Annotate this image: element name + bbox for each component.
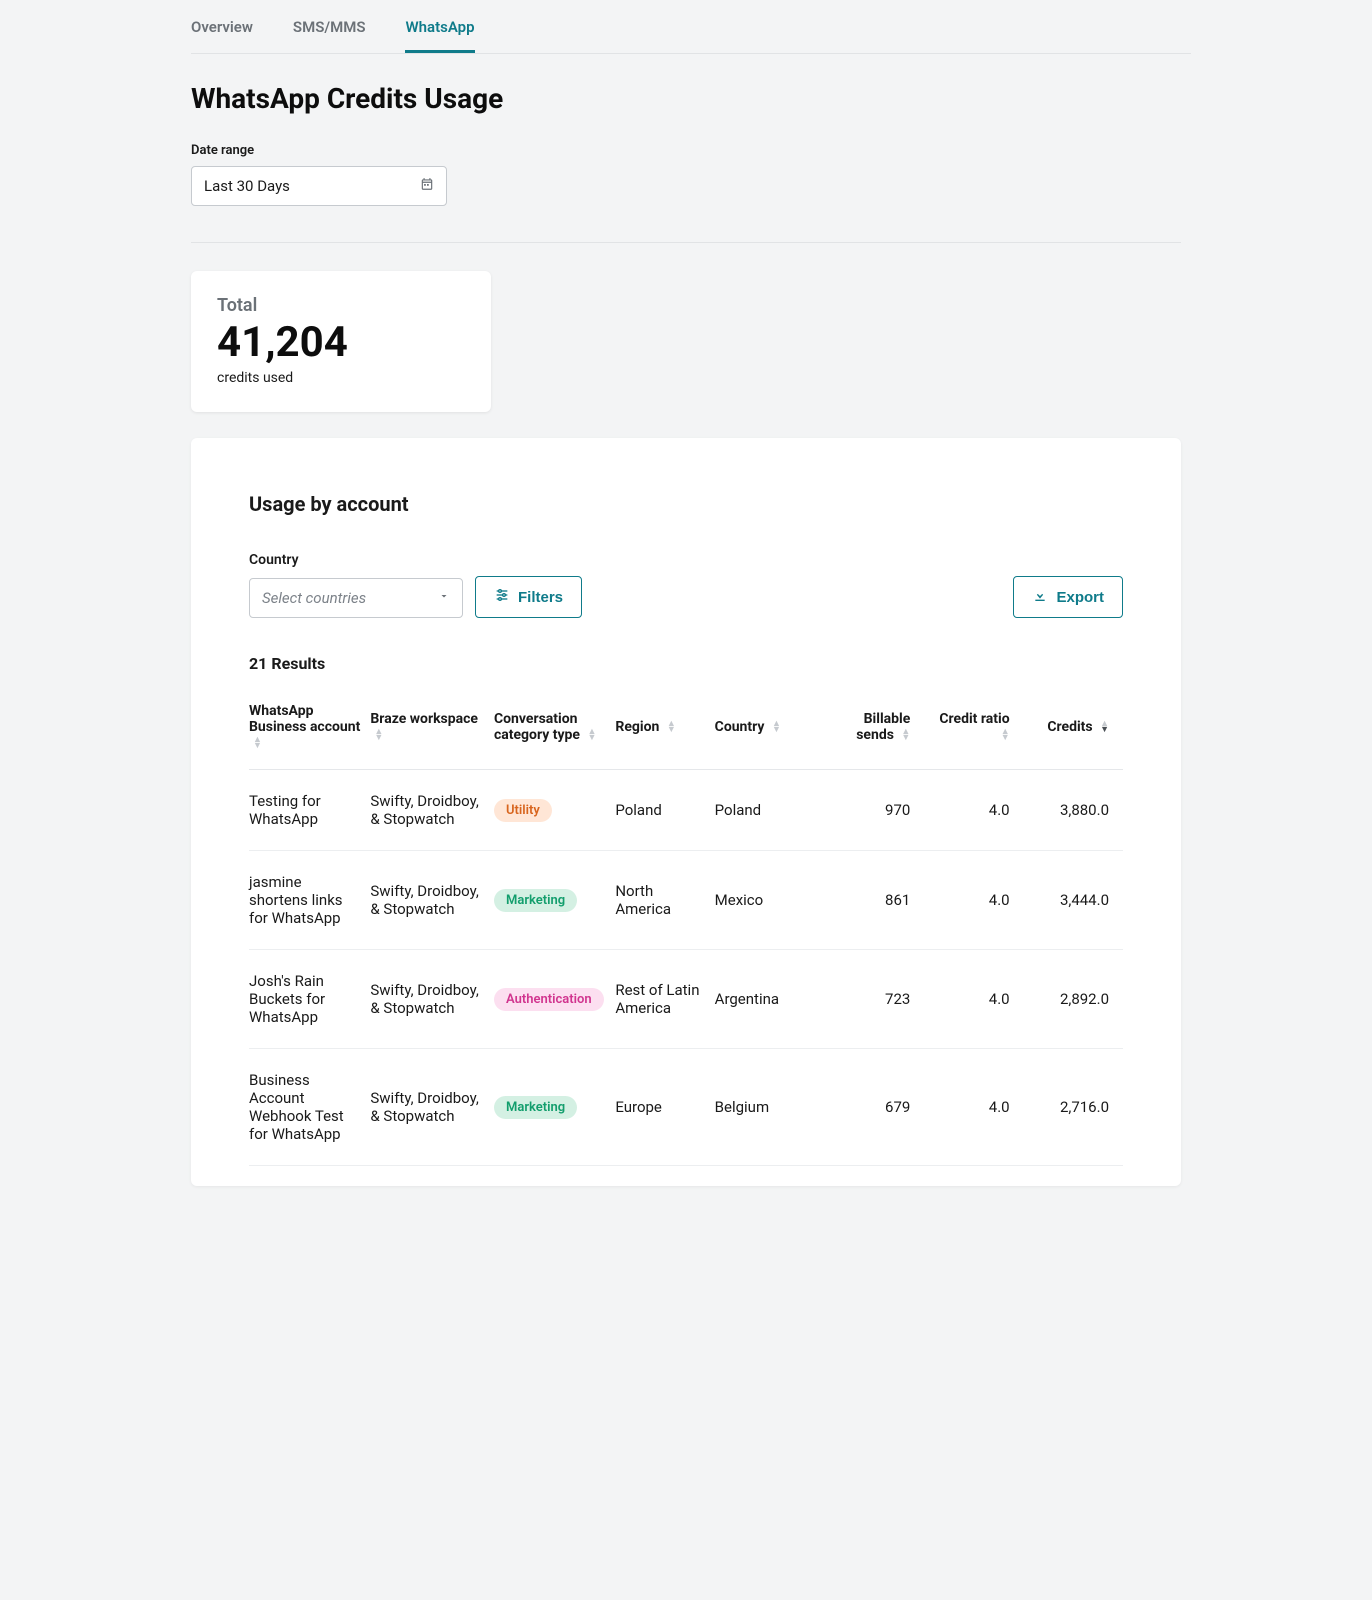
cell-type: Marketing	[494, 851, 615, 950]
total-card: Total 41,204 credits used	[191, 271, 491, 412]
export-label: Export	[1056, 589, 1104, 606]
filters-button[interactable]: Filters	[475, 576, 582, 618]
cell-sends: 861	[825, 851, 924, 950]
category-pill: Utility	[494, 799, 552, 822]
cell-country: Belgium	[715, 1049, 825, 1166]
cell-credits: 3,444.0	[1024, 851, 1123, 950]
date-range-value: Last 30 Days	[204, 177, 290, 195]
sort-icon: ▲▼	[1100, 721, 1109, 733]
cell-account: Testing for WhatsApp	[249, 770, 370, 851]
cell-credits: 2,892.0	[1024, 950, 1123, 1049]
tabs: Overview SMS/MMS WhatsApp	[191, 0, 1191, 54]
sort-icon: ▲▼	[901, 729, 910, 741]
cell-workspace: Swifty, Droidboy, & Stopwatch	[370, 770, 494, 851]
cell-region: Rest of Latin America	[615, 950, 714, 1049]
col-type-label: Conversation category type	[494, 711, 580, 743]
filters-icon	[494, 587, 510, 607]
cell-country: Poland	[715, 770, 825, 851]
col-country-label: Country	[715, 719, 765, 735]
sort-icon: ▲▼	[374, 729, 383, 741]
cell-type: Utility	[494, 770, 615, 851]
table-row: Josh's Rain Buckets for WhatsAppSwifty, …	[249, 950, 1123, 1049]
cell-region: Europe	[615, 1049, 714, 1166]
cell-workspace: Swifty, Droidboy, & Stopwatch	[370, 1049, 494, 1166]
sort-icon: ▲▼	[772, 721, 781, 733]
cell-country: Argentina	[715, 950, 825, 1049]
col-region[interactable]: Region ▲▼	[615, 689, 714, 770]
cell-credits: 2,716.0	[1024, 1049, 1123, 1166]
page-title: WhatsApp Credits Usage	[191, 82, 1191, 115]
cell-type: Marketing	[494, 1049, 615, 1166]
cell-account: Business Account Webhook Test for WhatsA…	[249, 1049, 370, 1166]
col-country[interactable]: Country ▲▼	[715, 689, 825, 770]
cell-region: Poland	[615, 770, 714, 851]
country-placeholder: Select countries	[262, 589, 366, 607]
table-row: jasmine shortens links for WhatsAppSwift…	[249, 851, 1123, 950]
cell-credits: 3,880.0	[1024, 770, 1123, 851]
sort-icon: ▲▼	[1001, 729, 1010, 741]
sort-icon: ▲▼	[587, 729, 596, 741]
chevron-down-icon	[438, 590, 450, 606]
cell-region: North America	[615, 851, 714, 950]
total-label: Total	[217, 295, 465, 316]
export-button[interactable]: Export	[1013, 576, 1123, 618]
usage-card: Usage by account Country Select countrie…	[191, 438, 1181, 1186]
cell-sends: 679	[825, 1049, 924, 1166]
total-value: 41,204	[217, 320, 465, 366]
date-range-label: Date range	[191, 143, 1191, 158]
controls-row: Select countries Filters Export	[249, 576, 1123, 618]
cell-sends: 970	[825, 770, 924, 851]
download-icon	[1032, 587, 1048, 607]
cell-ratio: 4.0	[924, 1049, 1023, 1166]
cell-country: Mexico	[715, 851, 825, 950]
cell-ratio: 4.0	[924, 950, 1023, 1049]
filters-label: Filters	[518, 589, 563, 606]
divider	[191, 242, 1181, 243]
sort-icon: ▲▼	[667, 721, 676, 733]
cell-account: jasmine shortens links for WhatsApp	[249, 851, 370, 950]
tab-overview[interactable]: Overview	[191, 18, 253, 53]
results-count: 21 Results	[249, 654, 1123, 673]
col-sends[interactable]: Billable sends ▲▼	[825, 689, 924, 770]
col-account-label: WhatsApp Business account	[249, 703, 360, 735]
col-ratio-label: Credit ratio	[939, 711, 1009, 727]
category-pill: Marketing	[494, 1096, 577, 1119]
cell-account: Josh's Rain Buckets for WhatsApp	[249, 950, 370, 1049]
col-workspace[interactable]: Braze workspace ▲▼	[370, 689, 494, 770]
cell-ratio: 4.0	[924, 851, 1023, 950]
tab-sms-mms[interactable]: SMS/MMS	[293, 18, 366, 53]
cell-workspace: Swifty, Droidboy, & Stopwatch	[370, 851, 494, 950]
total-sub: credits used	[217, 370, 465, 386]
col-credits-label: Credits	[1047, 719, 1092, 735]
country-select[interactable]: Select countries	[249, 578, 463, 618]
col-workspace-label: Braze workspace	[370, 711, 478, 727]
usage-table: WhatsApp Business account ▲▼ Braze works…	[249, 689, 1123, 1166]
table-row: Testing for WhatsAppSwifty, Droidboy, & …	[249, 770, 1123, 851]
tab-whatsapp[interactable]: WhatsApp	[405, 18, 474, 53]
category-pill: Authentication	[494, 988, 604, 1011]
calendar-icon	[420, 177, 434, 195]
col-region-label: Region	[615, 719, 659, 735]
cell-sends: 723	[825, 950, 924, 1049]
col-ratio[interactable]: Credit ratio ▲▼	[924, 689, 1023, 770]
table-row: Business Account Webhook Test for WhatsA…	[249, 1049, 1123, 1166]
cell-workspace: Swifty, Droidboy, & Stopwatch	[370, 950, 494, 1049]
category-pill: Marketing	[494, 889, 577, 912]
cell-type: Authentication	[494, 950, 615, 1049]
date-range-input[interactable]: Last 30 Days	[191, 166, 447, 206]
section-title: Usage by account	[249, 492, 1123, 516]
col-type[interactable]: Conversation category type ▲▼	[494, 689, 615, 770]
col-account[interactable]: WhatsApp Business account ▲▼	[249, 689, 370, 770]
col-credits[interactable]: Credits ▲▼	[1024, 689, 1123, 770]
country-label: Country	[249, 552, 1123, 568]
sort-icon: ▲▼	[253, 737, 262, 749]
cell-ratio: 4.0	[924, 770, 1023, 851]
